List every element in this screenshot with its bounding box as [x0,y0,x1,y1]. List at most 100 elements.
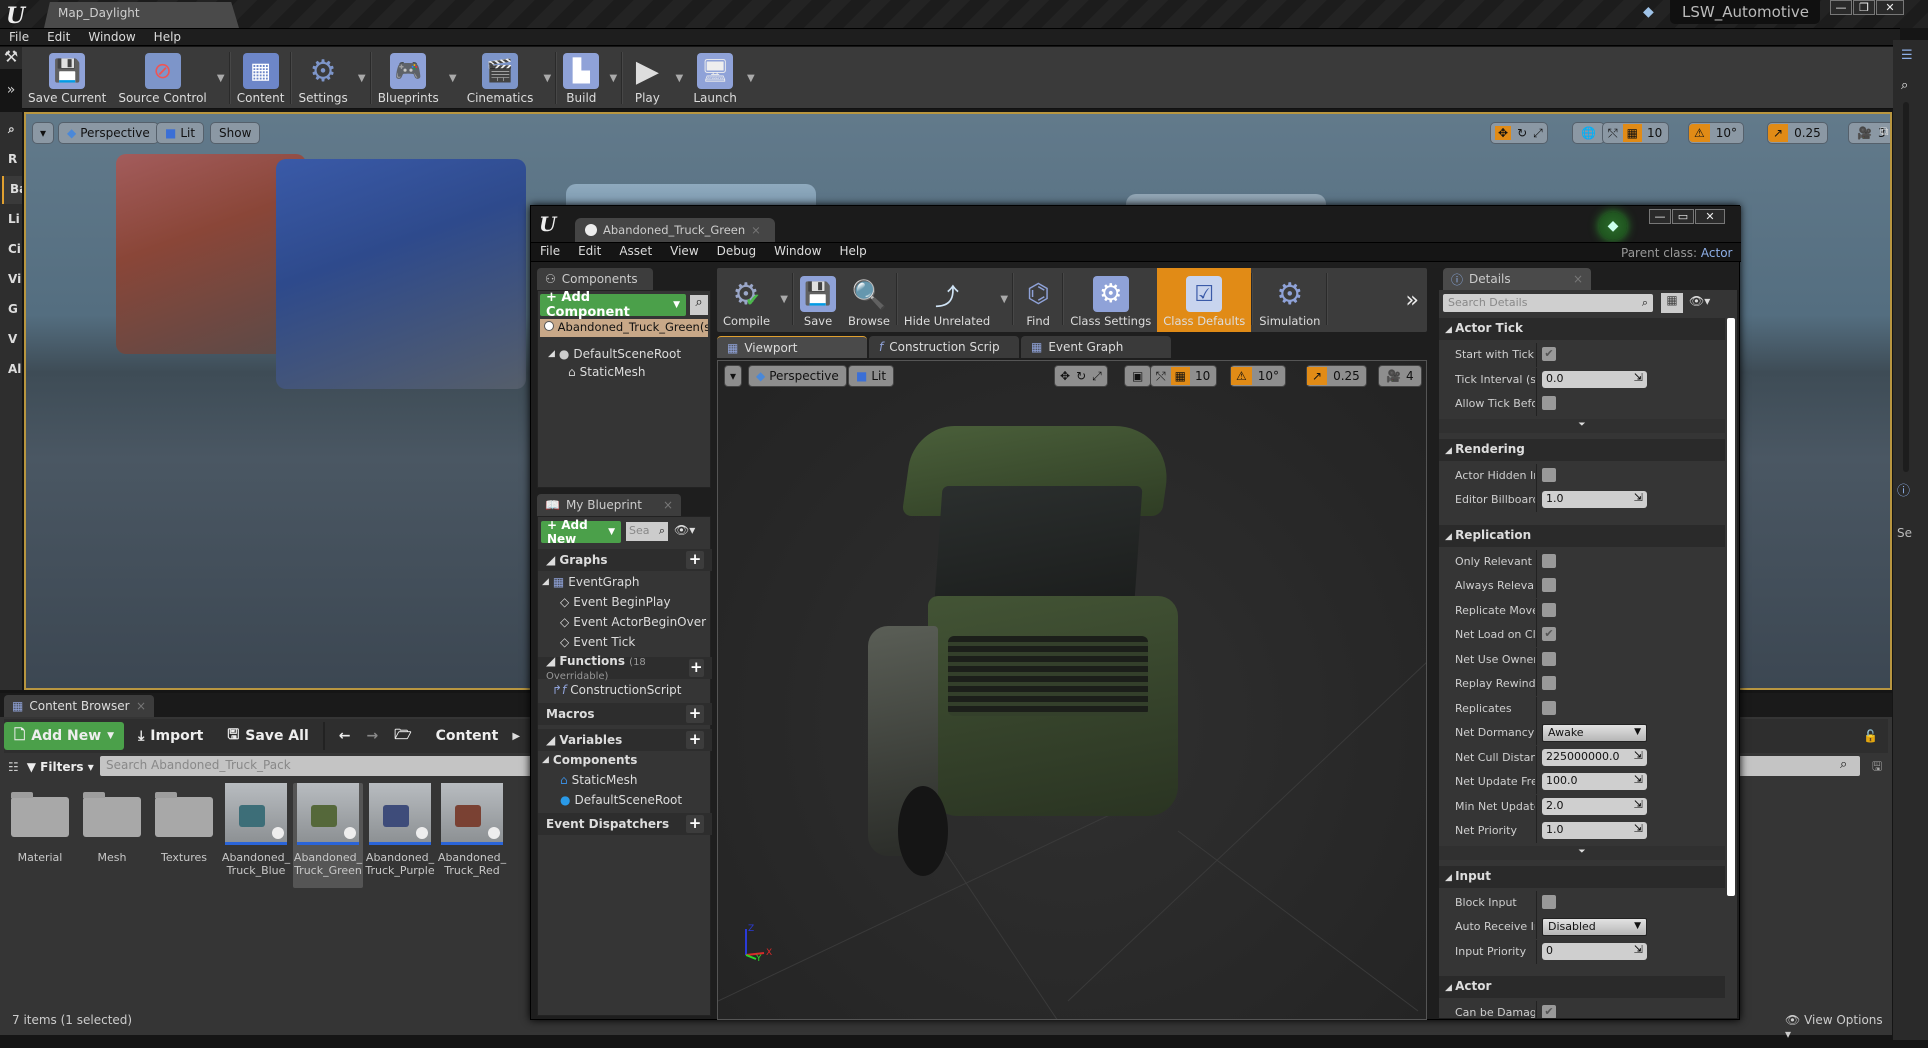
class-defaults-button[interactable]: ☑ Class Defaults [1157,268,1252,332]
play-dropdown[interactable]: ▼ [671,47,687,109]
compile-button[interactable]: ⚙ ✔ Compile [717,268,776,332]
bp-menu-debug[interactable]: Debug [708,243,765,261]
menu-help[interactable]: Help [145,29,190,45]
column-divider[interactable] [1536,549,1537,574]
column-divider[interactable] [1536,647,1537,672]
maximize-button[interactable]: ❐ [1853,0,1875,15]
mode-tab-recent[interactable]: R [2,146,22,174]
find-button[interactable]: ⌬ Find [1014,268,1062,332]
column-divider[interactable] [1536,367,1537,392]
path-separator-icon[interactable]: ▶ [512,731,520,742]
grid-snap-toggle-icon[interactable]: ▦ [1622,124,1642,142]
show-button[interactable]: Show [210,122,261,144]
property-checkbox[interactable]: ✔ [1542,347,1556,361]
event-dispatchers-section[interactable]: Event Dispatchers + [538,813,712,835]
column-divider[interactable] [1536,672,1537,696]
level-tab[interactable]: Map_Daylight [44,2,239,28]
cinematics-dropdown[interactable]: ▼ [539,47,555,109]
components-variables-group[interactable]: ◢ Components [542,753,637,767]
add-dispatcher-button[interactable]: + [686,815,704,833]
menu-file[interactable]: File [0,29,38,45]
grid-snap-value[interactable]: 10 [1195,369,1216,383]
translate-icon[interactable]: ✥ [1060,369,1070,383]
column-divider[interactable] [1536,488,1537,512]
bp-menu-file[interactable]: File [531,243,569,261]
details-info-icon[interactable]: ⓘ [1897,480,1910,499]
path-folder-icon[interactable]: 🗁 [384,722,421,750]
sources-toggle-icon[interactable]: ☷ [8,760,19,774]
column-divider[interactable] [1536,392,1537,416]
column-divider[interactable] [1536,770,1537,794]
category-actor-tick[interactable]: ◢ Actor Tick [1439,318,1725,340]
column-divider[interactable] [1536,939,1537,964]
minimize-button[interactable]: — [1830,0,1852,15]
build-button[interactable]: ▙ Build [557,47,605,109]
column-divider[interactable] [1536,343,1537,367]
bp-menu-edit[interactable]: Edit [569,243,610,261]
asset-truck-blue[interactable]: Abandoned_ Truck_Blue [221,783,291,888]
rotation-snap-icon[interactable]: ⚠ [1689,124,1710,142]
close-tab-icon[interactable]: × [751,223,761,237]
tab-event-graph[interactable]: ▦ Event Graph [1021,336,1171,358]
import-button[interactable]: ⤓ Import [128,722,213,750]
mode-tab-geometry[interactable]: G [2,296,22,324]
scale-snap-icon[interactable]: ↗ [1768,124,1789,142]
mode-tab-all-classes[interactable]: Al [2,356,22,384]
bp-perspective-button[interactable]: ◆ Perspective [748,365,847,387]
column-divider[interactable] [1536,463,1537,488]
category-input[interactable]: ◢ Input [1439,865,1725,888]
category-actor[interactable]: ◢ Actor [1439,976,1725,998]
add-function-button[interactable]: + [688,659,704,677]
tab-viewport[interactable]: ▦ Viewport [717,336,867,358]
play-button[interactable]: ▶ Play [623,47,671,109]
property-checkbox[interactable] [1542,553,1556,568]
property-checkbox[interactable] [1542,700,1556,715]
close-tab-icon[interactable]: × [1573,272,1583,286]
back-button[interactable]: ← [329,722,361,750]
mode-tab-visual-effects[interactable]: Vi [2,266,22,294]
my-blueprint-search-input[interactable]: Sea ⌕ [626,522,668,541]
column-divider[interactable] [1536,819,1537,843]
bp-menu-window[interactable]: Window [765,243,830,261]
modes-icon[interactable]: ⚒ [0,47,22,69]
column-divider[interactable] [1536,794,1537,819]
menu-window[interactable]: Window [79,29,144,45]
property-number-input[interactable]: 1.0 [1542,491,1647,508]
property-checkbox[interactable] [1542,578,1556,592]
save-current-button[interactable]: 💾 Save Current [22,47,112,109]
filters-button[interactable]: ▼ Filters ▾ [27,760,94,774]
column-divider[interactable] [1536,915,1537,939]
property-checkbox[interactable] [1542,676,1556,690]
surface-snap-icon[interactable]: ⤲ [1156,369,1166,384]
browse-button[interactable]: 🔍 Browse [842,268,896,332]
property-dropdown[interactable]: Awake [1542,724,1647,742]
bp-menu-help[interactable]: Help [830,243,875,261]
bp-lit-button[interactable]: ■ Lit [848,365,895,387]
settings-dropdown[interactable]: ▼ [354,47,370,109]
construction-script-item[interactable]: ↱f ConstructionScript [552,683,682,697]
grid-snap-value[interactable]: 10 [1647,126,1668,140]
close-window-button[interactable]: ✕ [1876,0,1904,15]
perspective-button[interactable]: ◆ Perspective [58,122,159,144]
class-settings-button[interactable]: ⚙ Class Settings [1064,268,1157,332]
blueprint-viewport[interactable]: ▾ ◆ Perspective ■ Lit ✥ ↻ ⤢ ▣ ⤲ ▦ 10 ⚠ 10°… [717,360,1427,1020]
property-number-input[interactable]: 0.0 [1542,370,1647,388]
details-scrollbar[interactable] [1727,318,1735,896]
show-advanced-expander[interactable]: ⏷ [1439,418,1725,433]
bp-maximize-button[interactable]: ▭ [1672,209,1694,224]
property-matrix-icon[interactable]: ▦ [1661,293,1683,313]
modes-search-icon[interactable]: ⌕ [2,116,22,144]
event-begin-play[interactable]: ◇ Event BeginPlay [560,595,671,609]
hide-unrelated-dropdown[interactable]: ▼ [996,268,1012,330]
property-checkbox[interactable] [1542,602,1556,617]
source-control-button[interactable]: ⊘ Source Control [112,47,212,109]
build-dropdown[interactable]: ▼ [605,47,621,109]
settings-button[interactable]: ⚙ Settings [292,47,353,109]
blueprint-asset-tab[interactable]: Abandoned_Truck_Green × [575,218,775,242]
save-all-button[interactable]: 🖫 Save All [217,722,318,750]
components-tab[interactable]: ⚇ Components [537,268,653,290]
translate-icon[interactable]: ✥ [1495,126,1512,140]
menu-edit[interactable]: Edit [38,29,79,45]
mode-tab-basic[interactable]: Ba [2,176,22,204]
property-dropdown[interactable]: Disabled [1542,918,1647,936]
